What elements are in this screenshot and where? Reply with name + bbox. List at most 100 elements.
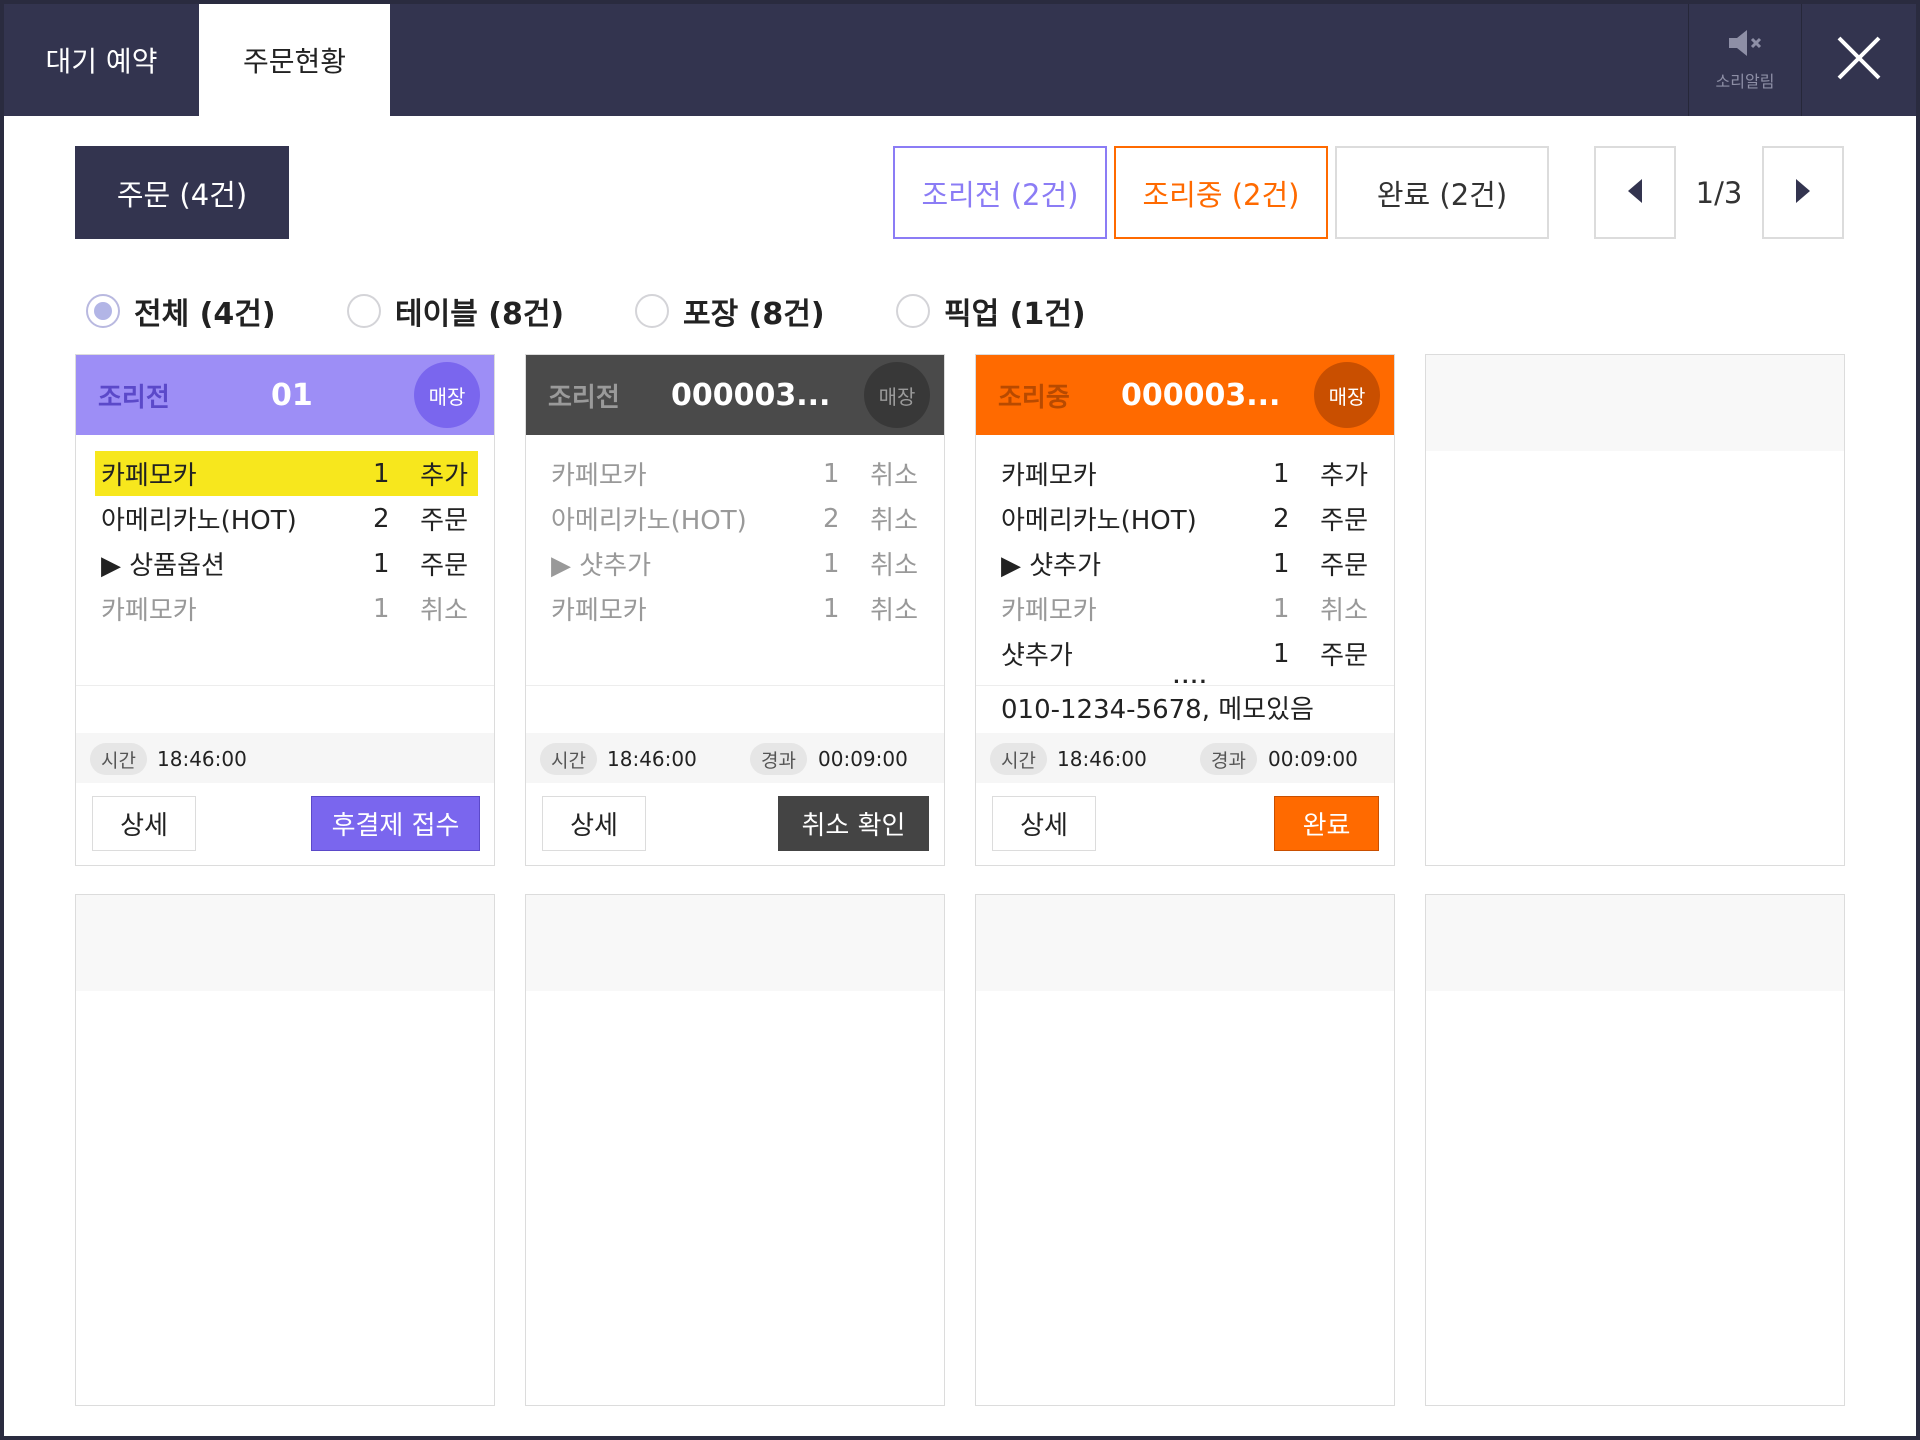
elapsed-label: 경과 bbox=[750, 743, 807, 775]
item-name: 아메리카노(HOT) bbox=[1001, 506, 1197, 536]
time-bar: 시간 18:46:00 경과 00:09:00 bbox=[526, 733, 944, 783]
order-card[interactable]: 조리전 01 매장 카페모카 1 추가 아메리카노(HOT) 2 주문 ▶ 상품… bbox=[75, 354, 495, 866]
item-name: 샷추가 bbox=[1001, 641, 1073, 671]
list-item: 아메리카노(HOT) 2 주문 bbox=[995, 496, 1378, 541]
item-action: 취소 bbox=[420, 596, 468, 626]
item-qty: 1 bbox=[373, 593, 390, 624]
empty-slot-header bbox=[1426, 355, 1844, 451]
item-qty: 1 bbox=[373, 458, 390, 489]
radio-unselected-icon bbox=[896, 294, 930, 328]
item-qty: 1 bbox=[823, 548, 840, 579]
item-name: 카페모카 bbox=[1001, 461, 1097, 491]
list-item: 카페모카 1 취소 bbox=[545, 451, 928, 496]
empty-slot-header bbox=[76, 895, 494, 991]
radio-all[interactable]: 전체 (4건) bbox=[86, 288, 276, 334]
item-name: 카페모카 bbox=[551, 461, 647, 491]
empty-slot-header bbox=[526, 895, 944, 991]
radio-pickup[interactable]: 픽업 (1건) bbox=[896, 288, 1086, 334]
empty-slot-header bbox=[976, 895, 1394, 991]
store-badge: 매장 bbox=[864, 362, 930, 428]
item-action: 추가 bbox=[1320, 461, 1368, 491]
detail-button[interactable]: 상세 bbox=[542, 796, 646, 851]
item-name: 아메리카노(HOT) bbox=[551, 506, 747, 536]
empty-order-slot bbox=[75, 894, 495, 1406]
filter-completed-button[interactable]: 완료 (2건) bbox=[1335, 146, 1549, 239]
item-qty: 1 bbox=[1273, 638, 1290, 669]
divider bbox=[526, 685, 944, 686]
list-item: 카페모카 1 추가 bbox=[995, 451, 1378, 496]
filter-cooking-button[interactable]: 조리중 (2건) bbox=[1114, 146, 1328, 239]
order-status-window: 대기 예약 주문현황 소리알림 주문 (4건) 조리전 (2건) 조리중 (2건… bbox=[4, 4, 1916, 1436]
item-qty: 1 bbox=[373, 548, 390, 579]
page-indicator: 1/3 bbox=[1695, 175, 1743, 210]
cancel-confirm-button[interactable]: 취소 확인 bbox=[778, 796, 929, 851]
radio-all-label: 전체 (4건) bbox=[134, 297, 276, 332]
radio-unselected-icon bbox=[347, 294, 381, 328]
time-value: 18:46:00 bbox=[607, 747, 697, 771]
order-card-header: 조리중 000003... 매장 bbox=[976, 355, 1394, 435]
item-name: 카페모카 bbox=[551, 596, 647, 626]
radio-table[interactable]: 테이블 (8건) bbox=[347, 288, 564, 334]
store-badge: 매장 bbox=[414, 362, 480, 428]
item-name: ▶ 상품옵션 bbox=[101, 551, 225, 581]
order-memo: 010-1234-5678, 메모있음 bbox=[1001, 695, 1314, 725]
radio-takeout-label: 포장 (8건) bbox=[683, 297, 825, 332]
elapsed-label: 경과 bbox=[1200, 743, 1257, 775]
list-item: 카페모카 1 추가 bbox=[95, 451, 478, 496]
order-number: 000003... bbox=[1121, 377, 1281, 413]
item-action: 추가 bbox=[420, 461, 468, 491]
empty-order-slot bbox=[1425, 894, 1845, 1406]
time-label: 시간 bbox=[990, 743, 1047, 775]
close-icon bbox=[1836, 35, 1882, 85]
radio-takeout[interactable]: 포장 (8건) bbox=[635, 288, 825, 334]
list-item: 아메리카노(HOT) 2 주문 bbox=[95, 496, 478, 541]
elapsed-value: 00:09:00 bbox=[818, 747, 908, 771]
item-name: 카페모카 bbox=[101, 596, 197, 626]
order-item-list: 카페모카 1 취소 아메리카노(HOT) 2 취소 ▶ 샷추가 1 취소 카페모… bbox=[526, 451, 944, 631]
list-item: 카페모카 1 취소 bbox=[995, 586, 1378, 631]
item-qty: 1 bbox=[823, 593, 840, 624]
order-card[interactable]: 조리중 000003... 매장 카페모카 1 추가 아메리카노(HOT) 2 … bbox=[975, 354, 1395, 866]
time-label: 시간 bbox=[540, 743, 597, 775]
list-item: ▶ 샷추가 1 취소 bbox=[545, 541, 928, 586]
tab-order-status[interactable]: 주문현황 bbox=[199, 4, 390, 116]
item-qty: 2 bbox=[373, 503, 390, 534]
store-badge: 매장 bbox=[1314, 362, 1380, 428]
close-button[interactable] bbox=[1802, 4, 1916, 116]
postpay-accept-button[interactable]: 후결제 접수 bbox=[311, 796, 480, 851]
item-action: 취소 bbox=[870, 551, 918, 581]
page-prev-button[interactable] bbox=[1594, 146, 1676, 239]
item-action: 취소 bbox=[1320, 596, 1368, 626]
sound-alert-button[interactable]: 소리알림 bbox=[1688, 4, 1802, 116]
item-name: 카페모카 bbox=[101, 461, 197, 491]
time-bar: 시간 18:46:00 경과 00:09:00 bbox=[976, 733, 1394, 783]
item-action: 취소 bbox=[870, 596, 918, 626]
order-status-label: 조리중 bbox=[998, 382, 1070, 413]
tab-waiting-reservation[interactable]: 대기 예약 bbox=[4, 4, 199, 116]
order-card-header: 조리전 000003... 매장 bbox=[526, 355, 944, 435]
empty-order-slot bbox=[525, 894, 945, 1406]
filter-before-cooking-button[interactable]: 조리전 (2건) bbox=[893, 146, 1107, 239]
order-status-label: 조리전 bbox=[98, 382, 170, 413]
item-name: 아메리카노(HOT) bbox=[101, 506, 297, 536]
detail-button[interactable]: 상세 bbox=[92, 796, 196, 851]
speaker-mute-icon bbox=[1725, 28, 1765, 62]
list-item: 아메리카노(HOT) 2 취소 bbox=[545, 496, 928, 541]
radio-table-label: 테이블 (8건) bbox=[395, 297, 565, 332]
order-card[interactable]: 조리전 000003... 매장 카페모카 1 취소 아메리카노(HOT) 2 … bbox=[525, 354, 945, 866]
item-action: 취소 bbox=[870, 506, 918, 536]
time-value: 18:46:00 bbox=[157, 747, 247, 771]
list-item: 카페모카 1 취소 bbox=[545, 586, 928, 631]
divider bbox=[76, 685, 494, 686]
item-qty: 1 bbox=[823, 458, 840, 489]
page-next-button[interactable] bbox=[1762, 146, 1844, 239]
detail-button[interactable]: 상세 bbox=[992, 796, 1096, 851]
divider bbox=[976, 685, 1394, 686]
item-name: ▶ 샷추가 bbox=[551, 551, 652, 581]
sound-alert-label: 소리알림 bbox=[1715, 72, 1775, 91]
complete-button[interactable]: 완료 bbox=[1274, 796, 1379, 851]
time-bar: 시간 18:46:00 bbox=[76, 733, 494, 783]
radio-pickup-label: 픽업 (1건) bbox=[944, 297, 1086, 332]
item-name: 카페모카 bbox=[1001, 596, 1097, 626]
order-status-label: 조리전 bbox=[548, 382, 620, 413]
